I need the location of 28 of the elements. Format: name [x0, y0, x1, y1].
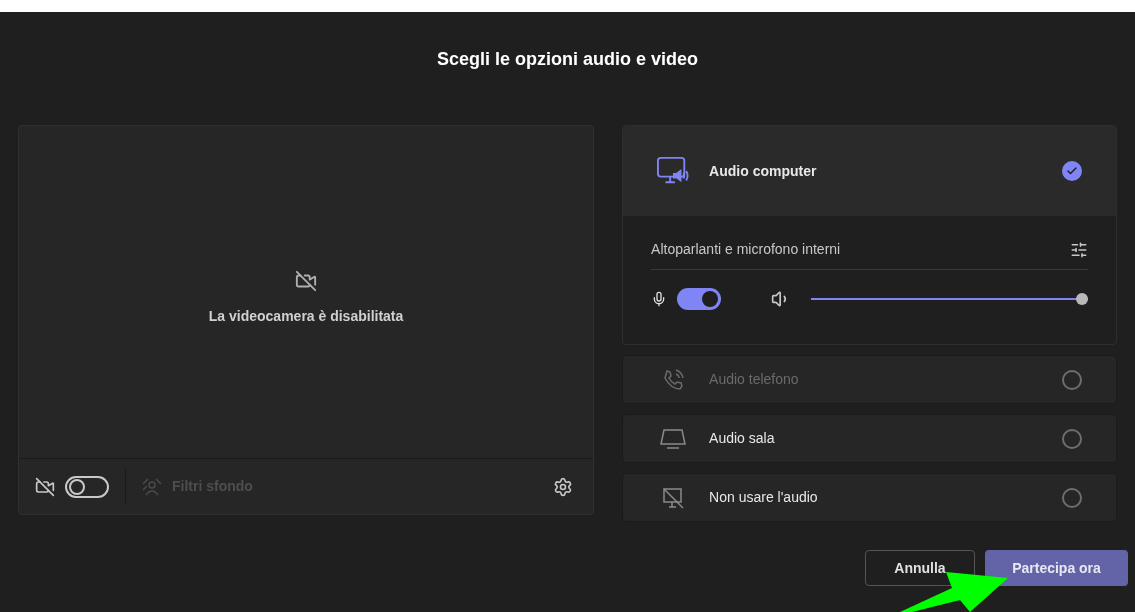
slider-thumb[interactable] — [1076, 293, 1088, 305]
device-name: Altoparlanti e microfono interni — [651, 240, 841, 259]
room-device-icon — [659, 427, 688, 450]
camera-off-icon — [295, 269, 318, 292]
device-settings-icon[interactable] — [1070, 240, 1088, 259]
background-filter-icon — [142, 477, 162, 496]
audio-option[interactable]: Audio sala — [622, 414, 1117, 463]
camera-status: La videocamera è disabilitata — [208, 306, 404, 326]
option-label: Non usare l'audio — [709, 488, 818, 507]
microphone-toggle[interactable] — [677, 288, 722, 310]
phone-icon — [661, 367, 686, 392]
option-label: Audio computer — [709, 161, 817, 181]
dialog-title: Scegli le opzioni audio e video — [436, 48, 698, 71]
audio-option[interactable]: Non usare l'audio — [622, 473, 1117, 522]
monitor-speaker-icon — [657, 156, 690, 186]
camera-toggle[interactable] — [65, 475, 109, 498]
audio-option[interactable]: Audio computer — [623, 126, 1116, 216]
settings-icon[interactable] — [553, 476, 574, 497]
check-icon — [1066, 165, 1078, 177]
radio-button[interactable] — [1062, 487, 1082, 508]
volume-slider[interactable] — [811, 293, 1088, 305]
join-button[interactable]: Partecipa ora — [985, 550, 1128, 586]
camera-off-icon — [35, 476, 55, 497]
radio-button[interactable] — [1062, 428, 1082, 449]
option-label: Audio sala — [709, 429, 775, 448]
selected-radio[interactable] — [1062, 161, 1082, 181]
monitor-off-icon — [662, 486, 685, 509]
option-label: Audio telefono — [709, 370, 799, 389]
